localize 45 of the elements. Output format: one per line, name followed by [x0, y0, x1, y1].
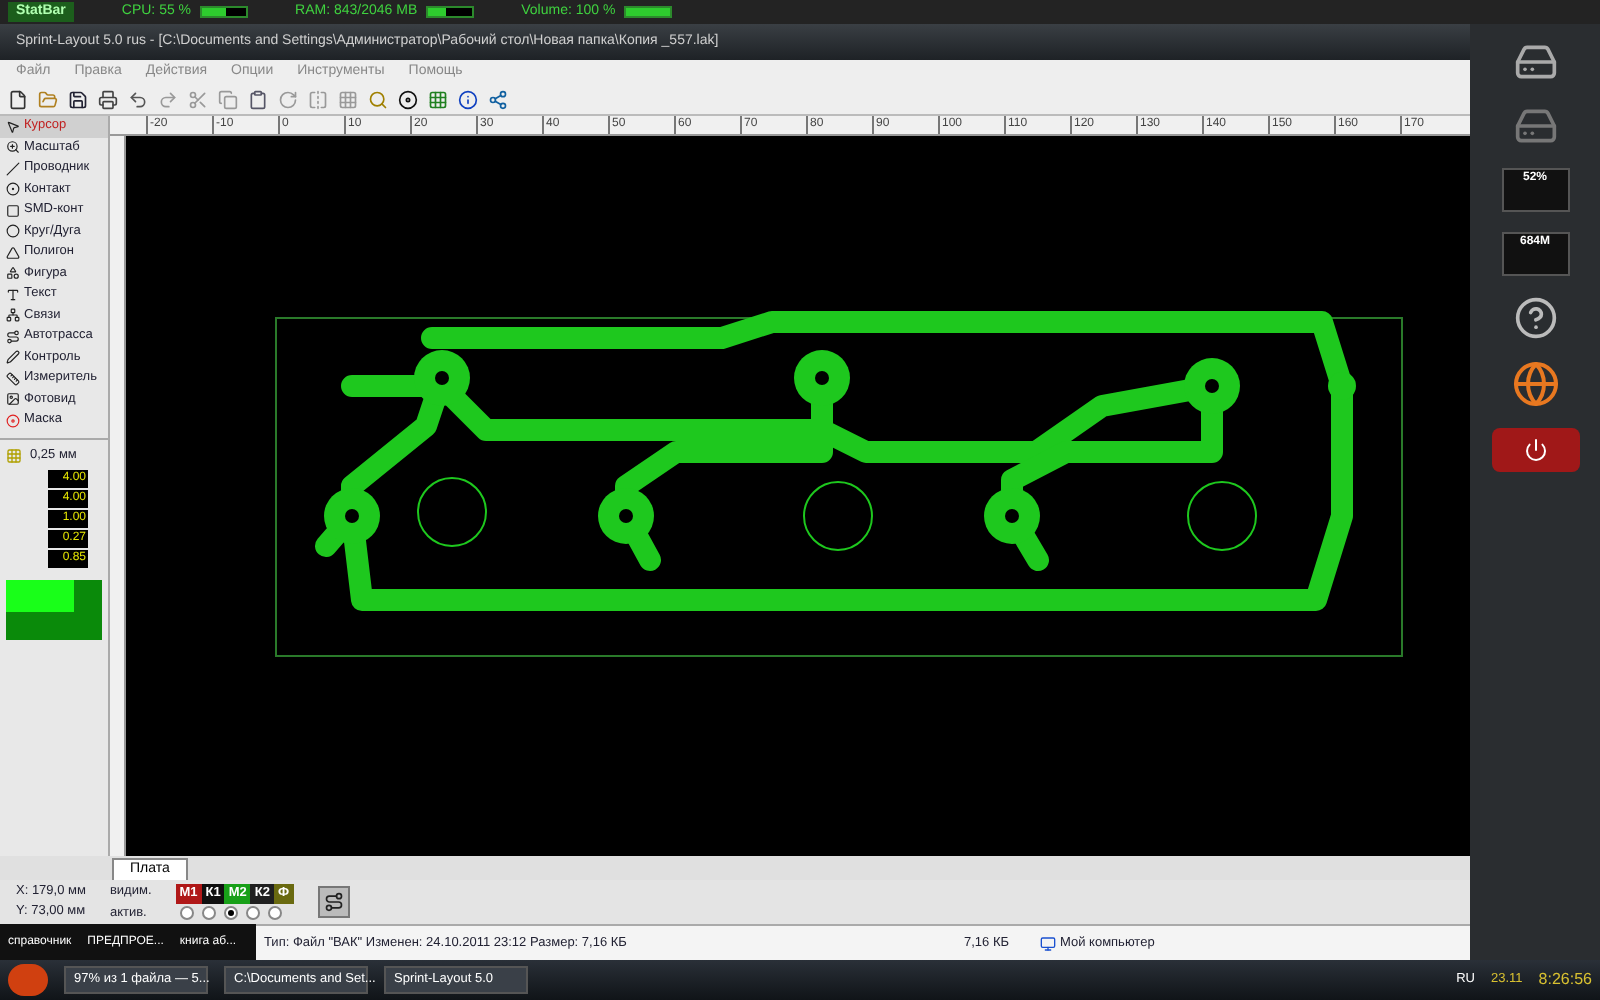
search-icon[interactable] [368, 89, 388, 109]
color-swatch [6, 579, 102, 639]
shapes-icon [6, 266, 20, 281]
layer-radio[interactable] [245, 905, 260, 920]
clipboard-icon[interactable] [248, 89, 268, 109]
printer-icon[interactable] [98, 89, 118, 109]
start-button[interactable] [8, 964, 48, 996]
disc-icon[interactable] [398, 89, 418, 109]
image-icon [6, 392, 20, 407]
route-icon [6, 329, 20, 344]
share-icon[interactable] [488, 89, 508, 109]
folder-icon[interactable] [38, 89, 58, 109]
magnifier-icon [6, 140, 20, 155]
photo-view-button[interactable] [317, 886, 350, 918]
board-canvas[interactable] [126, 136, 1470, 856]
square-icon [6, 203, 20, 218]
layer-radio[interactable] [201, 905, 216, 920]
ruler-icon [6, 371, 20, 386]
save-icon[interactable] [68, 89, 88, 109]
tray-clock: 8:26:56 [1538, 968, 1592, 992]
pad-icon [6, 182, 20, 197]
grid-icon[interactable] [428, 89, 448, 109]
help-icon[interactable] [1513, 296, 1557, 340]
layer-radio[interactable] [267, 905, 282, 920]
disc-icon [6, 413, 20, 428]
circle-icon [6, 224, 20, 239]
power-button[interactable] [1491, 428, 1579, 472]
globe-icon[interactable] [1511, 360, 1559, 408]
computer-icon [1040, 935, 1056, 951]
drive-icon[interactable] [1513, 104, 1557, 148]
drive-icon[interactable] [1513, 40, 1557, 84]
text-icon [6, 287, 20, 302]
curve-icon [323, 892, 344, 912]
pointer-icon [6, 119, 20, 134]
pen-icon [6, 350, 20, 365]
line-icon [6, 161, 20, 176]
network-icon [6, 308, 20, 323]
info-icon[interactable] [458, 89, 478, 109]
triangle-icon [6, 245, 20, 260]
layer-radio[interactable] [179, 905, 194, 920]
undo-icon[interactable] [128, 89, 148, 109]
grid-icon [6, 447, 22, 463]
layer-radio[interactable] [223, 905, 238, 920]
new-file-icon[interactable] [8, 89, 28, 109]
power-icon [1523, 438, 1547, 462]
